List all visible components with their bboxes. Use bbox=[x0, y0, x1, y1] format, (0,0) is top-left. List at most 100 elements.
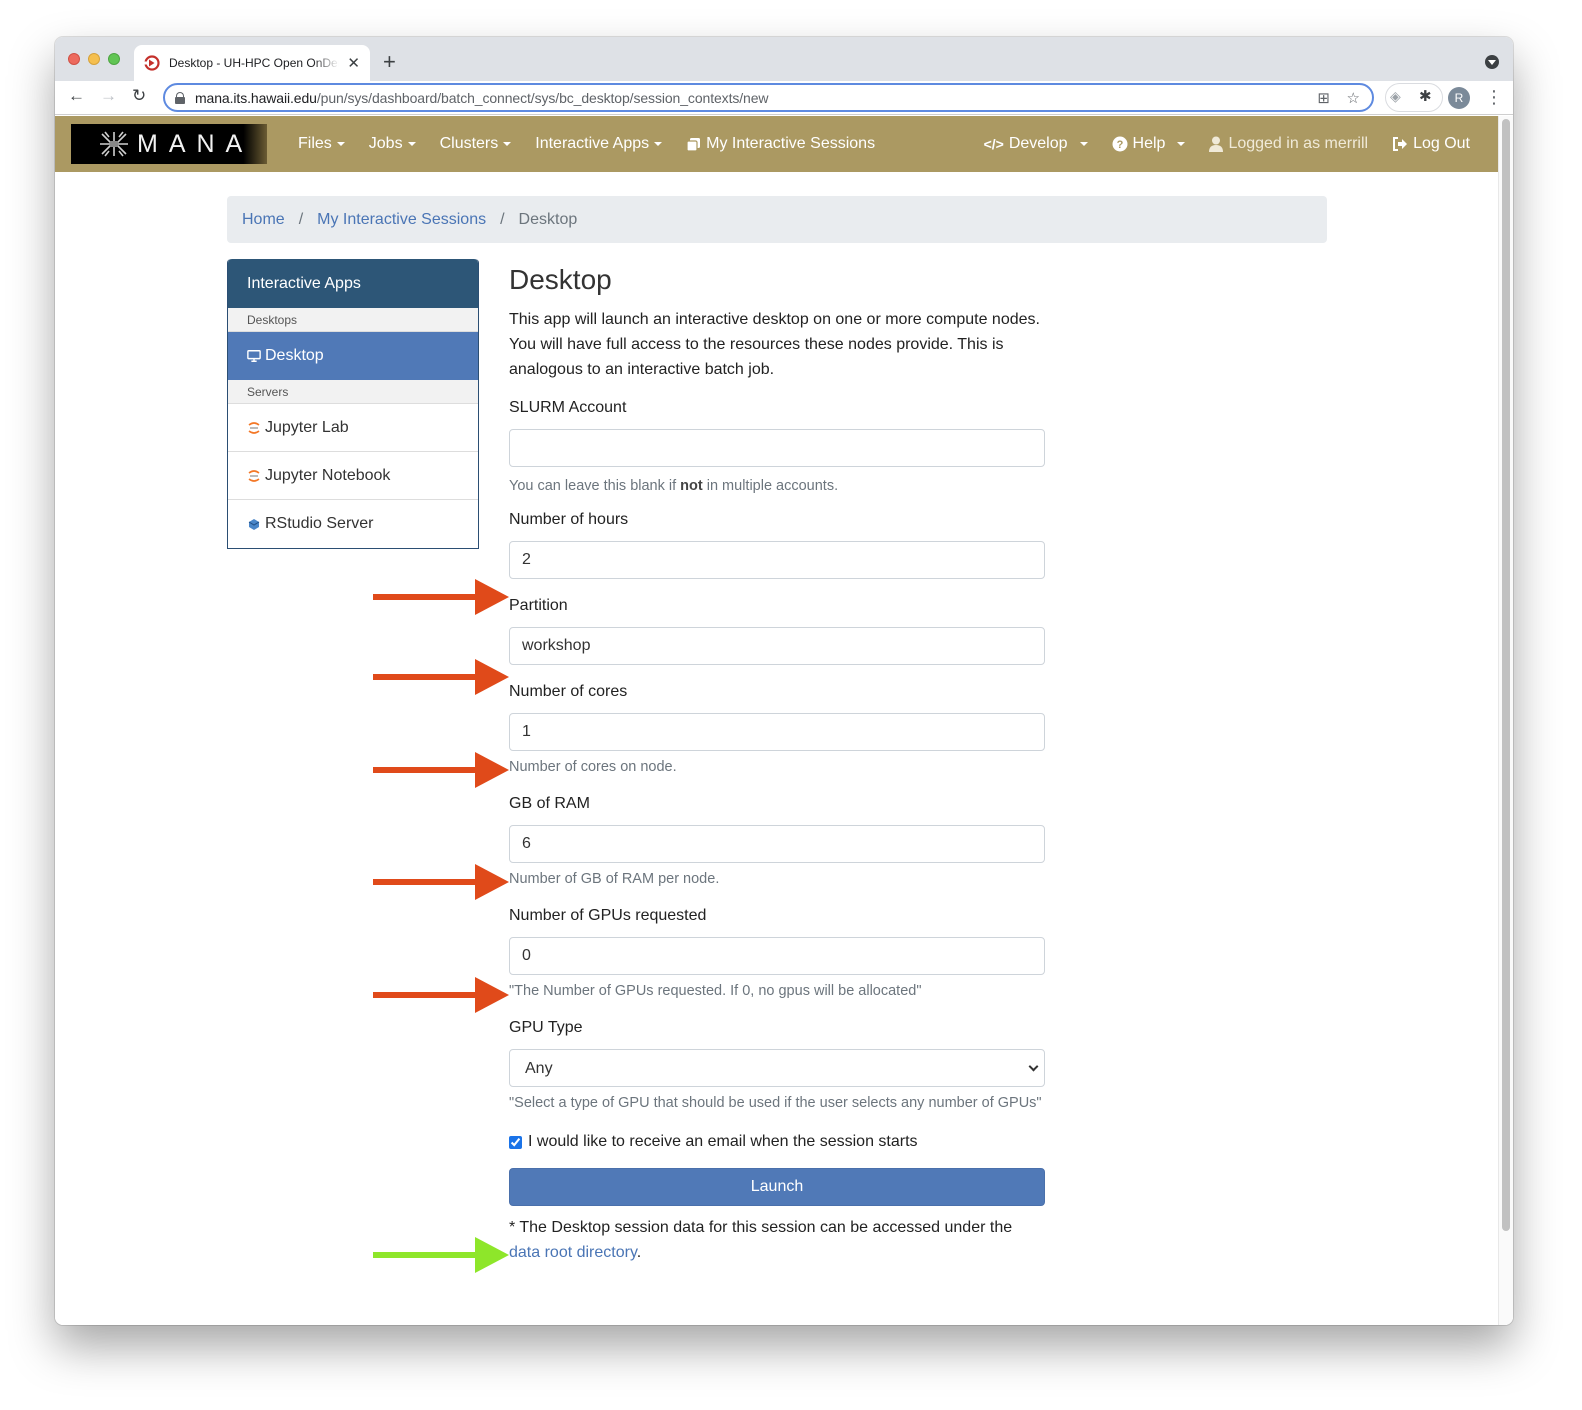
nav-jobs[interactable]: Jobs bbox=[369, 135, 416, 153]
hours-input[interactable] bbox=[509, 541, 1045, 579]
profile-avatar[interactable]: R bbox=[1448, 87, 1470, 109]
annotation-arrow-ram bbox=[373, 864, 509, 900]
field-hours: Number of hours bbox=[509, 510, 1045, 579]
caret-down-icon bbox=[407, 142, 416, 146]
nav-develop[interactable]: </> Develop bbox=[984, 135, 1088, 153]
navbar: MANA Files Jobs Clusters Interactive App… bbox=[55, 116, 1498, 172]
nav-files[interactable]: Files bbox=[298, 135, 345, 153]
bookmark-star-icon[interactable]: ☆ bbox=[1347, 89, 1360, 107]
user-icon bbox=[1209, 136, 1224, 152]
annotation-arrow-hours bbox=[373, 579, 509, 615]
url-text[interactable]: mana.its.hawaii.edu/pun/sys/dashboard/ba… bbox=[195, 90, 769, 106]
ondemand-favicon-icon bbox=[144, 55, 160, 71]
sidebar-section-desktops: Desktops bbox=[228, 308, 478, 332]
field-gpus: Number of GPUs requested "The Number of … bbox=[509, 906, 1045, 1003]
slurm-account-label: SLURM Account bbox=[509, 399, 627, 416]
caret-down-icon bbox=[503, 142, 512, 146]
caret-down-icon bbox=[336, 142, 345, 146]
breadcrumb: Home / My Interactive Sessions / Desktop bbox=[227, 196, 1327, 243]
logged-in-user: Logged in as merrill bbox=[1209, 135, 1368, 153]
address-bar[interactable]: mana.its.hawaii.edu/pun/sys/dashboard/ba… bbox=[163, 83, 1374, 112]
scrollbar-thumb[interactable] bbox=[1502, 119, 1510, 1231]
back-icon[interactable]: ← bbox=[68, 86, 85, 106]
nav-clusters[interactable]: Clusters bbox=[440, 135, 512, 153]
sidebar-item-jupyter-lab[interactable]: Jupyter Lab bbox=[228, 404, 478, 452]
gpus-help: "The Number of GPUs requested. If 0, no … bbox=[509, 983, 922, 999]
browser-toolbar: ← → ↻ mana.its.hawaii.edu/pun/sys/dashbo… bbox=[55, 81, 1513, 115]
sign-out-icon bbox=[1393, 137, 1408, 151]
slurm-account-input[interactable] bbox=[509, 429, 1045, 467]
sidebar-item-label: Jupyter Notebook bbox=[265, 466, 391, 484]
field-partition: Partition bbox=[509, 596, 1045, 665]
gpus-input[interactable] bbox=[509, 937, 1045, 975]
mana-logo-icon bbox=[100, 131, 128, 157]
session-form: Desktop This app will launch an interact… bbox=[509, 259, 1045, 1265]
gpu-type-help: "Select a type of GPU that should be use… bbox=[509, 1095, 1042, 1111]
close-window-button[interactable] bbox=[68, 53, 80, 65]
annotation-arrow-gpus bbox=[373, 977, 509, 1013]
forward-icon[interactable]: → bbox=[100, 86, 117, 106]
caret-down-icon bbox=[1177, 142, 1186, 146]
reload-icon[interactable]: ↻ bbox=[132, 86, 146, 106]
annotation-arrow-launch bbox=[373, 1237, 509, 1273]
puzzle-icon[interactable]: ✱ bbox=[1419, 87, 1432, 105]
tab-search-icon[interactable] bbox=[1485, 55, 1499, 69]
email-notification-option[interactable]: I would like to receive an email when th… bbox=[509, 1133, 1045, 1151]
ram-label: GB of RAM bbox=[509, 795, 590, 812]
partition-input[interactable] bbox=[509, 627, 1045, 665]
sidebar-item-label: Desktop bbox=[265, 347, 324, 364]
sidebar-item-desktop[interactable]: Desktop bbox=[228, 332, 478, 380]
page-title: Desktop bbox=[509, 264, 612, 295]
annotation-arrow-cores bbox=[373, 752, 509, 788]
breadcrumb-current: Desktop bbox=[518, 210, 578, 228]
gpu-type-select[interactable]: Any bbox=[509, 1049, 1045, 1087]
page-viewport: MANA Files Jobs Clusters Interactive App… bbox=[55, 116, 1513, 1325]
content-container: Home / My Interactive Sessions / Desktop… bbox=[227, 196, 1327, 1261]
brand-text: MANA bbox=[137, 129, 254, 158]
svg-text:?: ? bbox=[1116, 139, 1123, 151]
page-scrollbar[interactable] bbox=[1498, 116, 1513, 1325]
nav-help[interactable]: ? Help bbox=[1112, 135, 1186, 153]
tab-close-icon[interactable]: ✕ bbox=[347, 54, 360, 72]
nav-right: </> Develop ? Help Logged in as merrill … bbox=[960, 116, 1470, 172]
lock-icon[interactable] bbox=[175, 91, 185, 104]
sessions-icon bbox=[686, 137, 701, 152]
browser-tab[interactable]: Desktop - UH-HPC Open OnDemand ✕ bbox=[134, 45, 370, 81]
jupyter-icon bbox=[248, 421, 260, 434]
kebab-menu-icon[interactable]: ⋮ bbox=[1485, 85, 1503, 109]
cores-help: Number of cores on node. bbox=[509, 759, 677, 775]
launch-button[interactable]: Launch bbox=[509, 1168, 1045, 1206]
cores-label: Number of cores bbox=[509, 683, 628, 700]
breadcrumb-my-interactive-sessions[interactable]: My Interactive Sessions bbox=[317, 211, 486, 229]
sidebar-item-rstudio-server[interactable]: RStudio Server bbox=[228, 500, 478, 548]
nav-my-interactive-sessions[interactable]: My Interactive Sessions bbox=[686, 135, 875, 153]
nav-interactive-apps[interactable]: Interactive Apps bbox=[535, 135, 663, 153]
monitor-icon bbox=[247, 350, 261, 362]
breadcrumb-separator: / bbox=[500, 210, 505, 228]
email-notification-checkbox[interactable] bbox=[509, 1135, 522, 1149]
breadcrumb-home[interactable]: Home bbox=[242, 211, 285, 229]
question-circle-icon: ? bbox=[1112, 136, 1128, 152]
data-root-directory-link[interactable]: data root directory bbox=[509, 1244, 637, 1261]
sidebar-section-servers: Servers bbox=[228, 380, 478, 404]
extension-icon[interactable]: ◈ bbox=[1390, 88, 1401, 105]
ram-input[interactable] bbox=[509, 825, 1045, 863]
sidebar-header: Interactive Apps bbox=[228, 259, 478, 308]
email-notification-label: I would like to receive an email when th… bbox=[528, 1133, 918, 1150]
sidebar-item-jupyter-notebook[interactable]: Jupyter Notebook bbox=[228, 452, 478, 500]
nav-left: Files Jobs Clusters Interactive Apps My … bbox=[298, 116, 899, 172]
maximize-window-button[interactable] bbox=[108, 53, 120, 65]
tab-strip: Desktop - UH-HPC Open OnDemand ✕ + bbox=[55, 37, 1513, 81]
ram-help: Number of GB of RAM per node. bbox=[509, 871, 720, 887]
slurm-account-help: You can leave this blank if not in multi… bbox=[509, 478, 839, 494]
minimize-window-button[interactable] bbox=[88, 53, 100, 65]
caret-down-icon bbox=[1079, 142, 1088, 146]
field-slurm-account: SLURM Account You can leave this blank i… bbox=[509, 398, 1045, 498]
cores-input[interactable] bbox=[509, 713, 1045, 751]
browser-window: Desktop - UH-HPC Open OnDemand ✕ + ← → ↻… bbox=[55, 37, 1513, 1325]
brand-logo[interactable]: MANA bbox=[71, 124, 267, 164]
code-icon: </> bbox=[983, 136, 1004, 152]
nav-log-out[interactable]: Log Out bbox=[1392, 135, 1470, 153]
qr-code-icon[interactable]: ⊞ bbox=[1317, 89, 1330, 107]
new-tab-button[interactable]: + bbox=[383, 49, 396, 75]
